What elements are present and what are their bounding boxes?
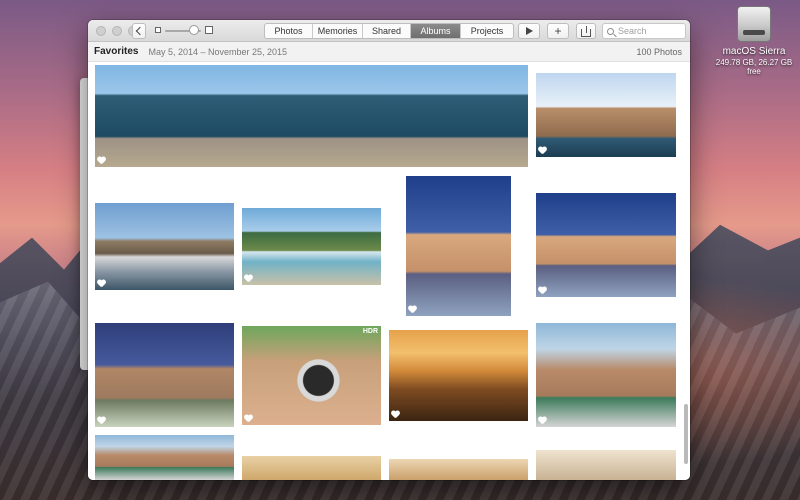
album-header: Favorites May 5, 2014 – November 25, 201… [88, 42, 690, 62]
photo-watch[interactable]: HDR [242, 326, 381, 425]
photo-row4-2[interactable] [242, 456, 381, 480]
scroll-thumb[interactable] [684, 404, 688, 464]
add-button[interactable]: + [547, 23, 569, 39]
photo-row4-4[interactable] [536, 450, 676, 480]
favorite-heart-icon[interactable] [538, 287, 546, 295]
photo-selfie-lounge[interactable] [406, 176, 511, 316]
hard-drive-icon[interactable] [737, 6, 771, 42]
drive-name: macOS Sierra [722, 46, 786, 57]
photo-grid: HDR [88, 62, 690, 480]
album-title: Favorites [94, 46, 139, 57]
photo-harbor[interactable] [95, 203, 234, 290]
titlebar[interactable]: Photos Memories Shared Albums Projects +… [88, 20, 690, 42]
zoom-slider[interactable] [155, 25, 213, 36]
search-placeholder: Search [618, 26, 647, 36]
favorite-heart-icon[interactable] [244, 275, 252, 283]
hdr-badge: HDR [362, 328, 378, 335]
photo-count: 100 Photos [636, 46, 682, 57]
slideshow-button[interactable] [518, 23, 540, 39]
tab-memories[interactable]: Memories [313, 24, 363, 38]
back-button[interactable] [132, 23, 146, 39]
photo-row4-3[interactable] [389, 459, 528, 480]
photo-selfie-blue[interactable] [95, 323, 234, 427]
photo-friends[interactable] [536, 323, 676, 427]
drive-size: 249.78 GB, 26.27 GB free [715, 58, 793, 76]
favorite-heart-icon[interactable] [97, 280, 105, 288]
album-date-range: May 5, 2014 – November 25, 2015 [148, 46, 288, 57]
tab-shared[interactable]: Shared [363, 24, 411, 38]
view-tabs: Photos Memories Shared Albums Projects [264, 23, 514, 39]
favorite-heart-icon[interactable] [244, 415, 252, 423]
large-thumbnail-icon [205, 26, 213, 34]
minimize-button[interactable] [112, 26, 122, 36]
photo-sunset-beach[interactable] [389, 330, 528, 421]
photo-selfie-sunglasses[interactable] [536, 193, 676, 297]
small-thumbnail-icon [155, 27, 161, 33]
zoom-knob[interactable] [189, 25, 199, 35]
favorite-heart-icon[interactable] [538, 147, 546, 155]
favorite-heart-icon[interactable] [391, 411, 399, 419]
desktop-drive[interactable]: macOS Sierra 249.78 GB, 26.27 GB free [714, 6, 794, 76]
photo-old-town[interactable] [536, 73, 676, 157]
favorite-heart-icon[interactable] [97, 157, 105, 165]
favorite-heart-icon[interactable] [408, 306, 416, 314]
tab-albums[interactable]: Albums [411, 24, 461, 38]
favorite-heart-icon[interactable] [97, 417, 105, 425]
close-button[interactable] [96, 26, 106, 36]
photo-coast-panorama[interactable] [95, 65, 528, 167]
favorite-heart-icon[interactable] [538, 417, 546, 425]
search-field[interactable]: Search [602, 23, 686, 39]
vertical-scrollbar[interactable] [684, 114, 688, 474]
photo-row4-1[interactable] [95, 435, 234, 480]
photo-poolside[interactable] [242, 208, 381, 285]
tab-photos[interactable]: Photos [265, 24, 313, 38]
share-button[interactable] [576, 23, 596, 39]
search-icon [607, 27, 614, 35]
photos-window: Photos Memories Shared Albums Projects +… [88, 20, 690, 480]
tab-projects[interactable]: Projects [461, 24, 513, 38]
